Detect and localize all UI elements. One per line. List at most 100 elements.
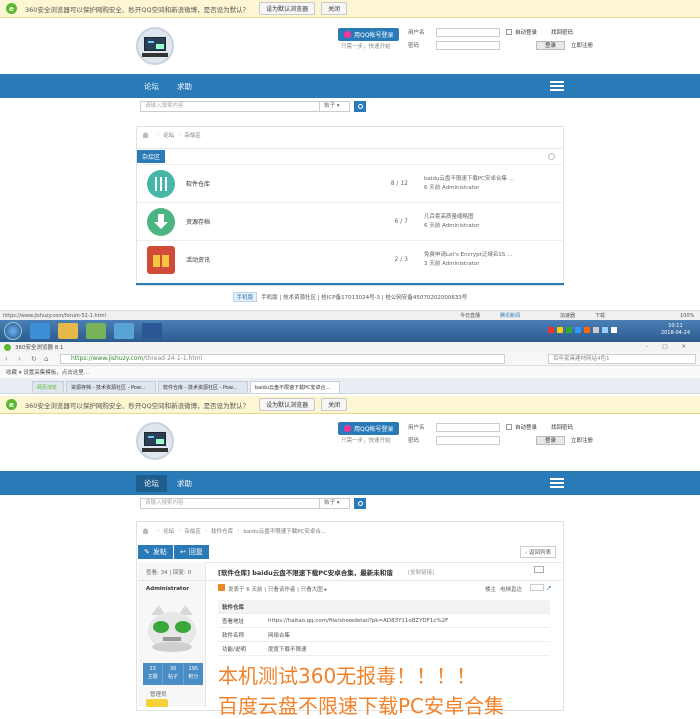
author-name[interactable]: Administrator [146,586,189,592]
stat-posts[interactable]: 30 帖子 [163,663,184,685]
qq-login-button[interactable]: 用QQ帐号登录 [338,28,400,41]
back-icon[interactable]: ‹ [5,355,13,363]
crumb-subforum[interactable]: 软件仓库 [211,527,233,535]
menu-icon[interactable] [550,79,564,94]
taskbar-clock[interactable]: 10:11 2018-04-24 [661,323,690,337]
crumb-thread[interactable]: baidu云盘不限速下载PC安卓合... [243,527,326,535]
status-news[interactable]: 腾讯新闻 [500,312,520,319]
explorer-icon[interactable] [58,323,78,339]
status-download[interactable]: 下载 [595,312,605,319]
username-input[interactable] [436,27,500,37]
forward-icon[interactable]: › [18,355,26,363]
search-input[interactable]: 请输入搜索内容 [140,498,320,509]
search-button[interactable] [354,101,366,112]
qq-login-subtitle: 只需一步，快速开始 [341,44,391,50]
auto-login-checkbox[interactable] [506,424,512,430]
stat-topics[interactable]: 23 主题 [143,663,164,685]
table-value-link[interactable]: https://haitao.qq.com/file/showdetail?pk… [268,618,448,624]
site-logo[interactable] [136,422,174,460]
forum-row[interactable]: 软件仓库 8 / 12 baidu云盘不限速下载PC安卓合集 ... 6 天前 A… [137,164,564,202]
login-button[interactable]: 登录 [536,435,566,445]
forum-name[interactable]: 软件仓库 [186,179,336,188]
forum-row[interactable]: 资源存档 6 / 7 几百套高质量缩略图 6 天前 Administrator [137,202,564,240]
banner-close-button[interactable]: 关闭 [321,398,348,411]
home-icon[interactable]: ⌂ [44,355,52,363]
home-icon[interactable] [142,528,149,534]
login-button[interactable]: 登录 [536,40,566,50]
jump-to-floor[interactable]: 电梯直达 [500,585,522,593]
window-controls[interactable]: – □ ✕ [646,344,692,350]
reply-button[interactable]: ↩ 回复 [174,545,209,559]
network-icon[interactable] [114,323,134,339]
url-field[interactable]: https://www.jishuzy.com/thread-24-1-1.ht… [60,354,505,364]
nav-help[interactable]: 求助 [169,475,200,492]
last-post-title[interactable]: 免费申请Let's Encrypt泛域名SS ... [424,251,512,260]
crumb-forum[interactable]: 论坛 [163,527,174,535]
status-accelerator[interactable]: 加速器 [560,312,575,319]
software-icon [147,169,175,198]
search-type-select[interactable]: 帖子 ▾ [320,101,350,112]
stat-points[interactable]: 195 积分 [184,663,203,685]
search-button[interactable] [354,498,366,509]
start-button[interactable] [4,322,22,340]
status-zoom[interactable]: 100% [680,313,694,319]
search-input[interactable]: 请输入搜索内容 [140,101,320,112]
forum-name[interactable]: 资源存档 [186,217,336,226]
forum-row[interactable]: 活动资讯 2 / 3 免费申请Let's Encrypt泛域名SS ... 3 天… [137,240,564,278]
status-live[interactable]: 今日直播 [460,312,480,319]
print-icon[interactable] [534,566,544,573]
home-icon[interactable] [142,132,149,138]
site-footer: 手机版 手机版 | 技术资源社区 | 桂ICP备17013024号-3 | 桂公… [0,292,700,302]
site-logo[interactable] [136,27,174,65]
category-header[interactable]: 杂烩区 [137,150,166,163]
banner-close-button[interactable]: 关闭 [321,2,348,15]
username-input[interactable] [436,422,500,432]
go-arrow-icon[interactable]: ➚ [546,584,552,592]
nav-forum[interactable]: 论坛 [136,474,167,492]
set-default-button[interactable]: 设为默认浏览器 [259,2,316,15]
back-to-list-button[interactable]: ‹ 返回列表 [520,546,556,558]
post-headline: 本机测试360无报毒！！！！ [218,664,477,688]
post-meta[interactable]: 发表于 6 天前 | 只看该作者 | 只看大图 ▸ [228,585,327,593]
refresh-icon[interactable]: ↻ [31,355,39,363]
crumb-category[interactable]: 杂烩区 [184,131,201,139]
browser-search-field[interactable]: 百年家具建材网站4色1 [548,354,696,364]
ie-icon[interactable] [30,323,50,339]
register-link[interactable]: 立即注册 [571,436,593,444]
register-link[interactable]: 立即注册 [571,41,593,49]
last-post-title[interactable]: 几百套高质量缩略图 [424,213,480,222]
qq-login-button[interactable]: 用QQ帐号登录 [338,422,400,435]
collapse-icon[interactable] [548,153,555,160]
find-password-link[interactable]: 找回密码 [551,423,573,431]
search-type-select[interactable]: 帖子 ▾ [320,498,350,509]
crumb-forum[interactable]: 论坛 [163,131,174,139]
crumb-category[interactable]: 杂烩区 [184,527,201,535]
media-icon[interactable] [86,323,106,339]
360-logo-icon: e [6,399,17,410]
tab-software[interactable]: 软件仓库 - 技术资源社区 - Pow... [158,381,248,393]
bookmark-bar[interactable]: 收藏 ▾ 设置采集模板，点击这里... [0,366,700,378]
search-bar: 请输入搜索内容 帖子 ▾ [140,101,366,112]
password-input[interactable] [436,435,500,445]
floor-input[interactable] [530,584,544,591]
nav-forum[interactable]: 论坛 [136,78,167,95]
tab-resource[interactable]: 资源存档 - 技术资源社区 - Pow... [66,381,156,393]
find-password-link[interactable]: 找回密码 [551,28,573,36]
word-icon[interactable] [142,323,162,339]
username-label: 用户名 [408,425,425,431]
tab-thread[interactable]: baidu云盘不限速下载PC安卓合... [250,381,340,393]
qq-penguin-icon [344,31,351,38]
copy-link[interactable]: [复制链接] [408,568,434,576]
password-input[interactable] [436,40,500,50]
forum-name[interactable]: 活动资讯 [186,255,336,264]
last-post-title[interactable]: baidu云盘不限速下载PC安卓合集 ... [424,175,514,184]
menu-icon[interactable] [550,476,564,491]
nav-help[interactable]: 求助 [169,78,200,95]
tab-webpage[interactable]: 网页浏览 [32,381,64,393]
auto-login-checkbox[interactable] [506,29,512,35]
set-default-button[interactable]: 设为默认浏览器 [259,398,316,411]
mobile-badge[interactable]: 手机版 [232,292,258,302]
new-post-button[interactable]: ✎ 发帖 [138,545,173,559]
author-avatar[interactable] [143,603,201,653]
breadcrumb: › 论坛 › 杂烩区 › 软件仓库 › baidu云盘不限速下载PC安卓合... [142,527,326,535]
